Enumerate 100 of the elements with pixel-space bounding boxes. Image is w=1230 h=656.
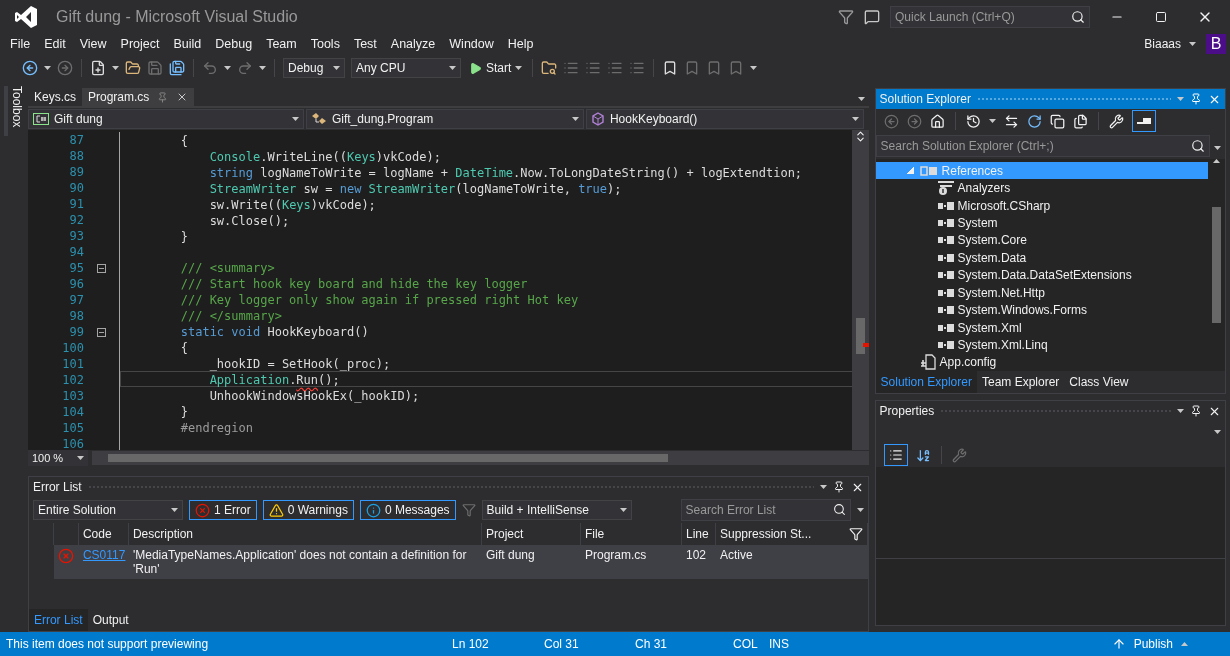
new-project-icon[interactable]	[90, 60, 106, 76]
mode-indicator: COL	[733, 637, 759, 651]
menu-item[interactable]: Edit	[37, 37, 73, 51]
find-in-files-icon[interactable]	[541, 60, 558, 76]
menu-item[interactable]: Test	[346, 37, 384, 51]
assembly-icon	[937, 271, 954, 280]
project-dropdown[interactable]: Gift dung	[27, 109, 304, 129]
quick-launch-field[interactable]: Quick Launch (Ctrl+Q)	[890, 6, 1090, 28]
table-cell: 'MediaTypeNames.Application' does not contain a definition for 'Run'	[128, 545, 482, 579]
analyzer-icon	[937, 181, 954, 196]
undo-icon[interactable]	[202, 60, 218, 76]
caret-icon	[515, 66, 523, 70]
menu-item[interactable]: Project	[113, 37, 167, 51]
code-line: string logNameToWrite = logName + DateTime.Now.ToLongDateString() + logExtendtion;	[208, 165, 804, 180]
document-tab[interactable]: Keys.cs	[27, 88, 82, 106]
toolbox-tab[interactable]: Toolbox	[3, 86, 24, 136]
panel-menu-caret-icon	[1177, 409, 1184, 413]
column-header[interactable]: Suppression St...	[719, 527, 812, 541]
tree-item[interactable]: System.Data.DataSetExtensions	[875, 266, 1208, 284]
panel-tab[interactable]: Solution Explorer	[875, 371, 977, 393]
line-number: 96	[68, 277, 84, 291]
search-icon[interactable]	[1071, 10, 1085, 24]
menu-item[interactable]: Team	[259, 37, 304, 51]
tree-item[interactable]: System.Core	[875, 231, 1208, 250]
tab-list-caret-icon	[857, 97, 865, 101]
source-dropdown[interactable]: Build + IntelliSense	[481, 500, 632, 520]
menu-item[interactable]: Tools	[303, 37, 347, 51]
maximize-icon	[1155, 11, 1167, 23]
configuration-dropdown[interactable]: Debug	[283, 58, 345, 78]
line-number: 99	[68, 325, 84, 339]
caret-icon	[224, 66, 231, 70]
menu-item[interactable]: File	[3, 37, 38, 51]
clear-filter-icon[interactable]	[461, 503, 476, 517]
line-number: 91	[68, 197, 84, 211]
scrollbar-thumb[interactable]	[855, 318, 865, 354]
alphabetical-icon[interactable]	[915, 447, 931, 463]
collapse-icon[interactable]	[96, 327, 106, 337]
save-all-icon[interactable]	[169, 60, 185, 76]
publish-button[interactable]: Publish	[1105, 636, 1194, 652]
preview-toggle[interactable]	[1131, 110, 1156, 132]
zoom-dropdown[interactable]: 100 %	[27, 450, 88, 466]
forward-icon[interactable]	[57, 60, 73, 76]
platform-dropdown[interactable]: Any CPU	[351, 58, 461, 78]
menu-item[interactable]: Window	[442, 37, 501, 51]
properties-icon[interactable]	[1108, 113, 1124, 129]
scrollbar-thumb[interactable]	[1212, 207, 1221, 323]
filter-icon[interactable]	[838, 9, 854, 25]
tree-item[interactable]: System.Xml	[875, 318, 1208, 337]
horizontal-scrollbar[interactable]	[91, 451, 869, 465]
account-avatar[interactable]: B	[1206, 34, 1226, 54]
scrollbar-thumb[interactable]	[107, 454, 668, 462]
back-icon[interactable]	[22, 60, 38, 76]
solution-search-field[interactable]: Search Solution Explorer (Ctrl+;)	[875, 135, 1210, 157]
code-line: StreamWriter sw = new StreamWriter(logNameToWrite, true);	[208, 181, 623, 196]
pin-icon[interactable]	[1190, 405, 1202, 417]
search-icon[interactable]	[832, 503, 846, 516]
forward-icon[interactable]	[906, 113, 922, 129]
home-icon[interactable]	[929, 113, 945, 129]
expand-arrow-icon[interactable]	[907, 167, 915, 175]
warning-icon	[268, 502, 284, 518]
assembly-icon	[937, 253, 954, 262]
tree-item[interactable]: System.Windows.Forms	[875, 301, 1208, 319]
menu-item[interactable]: Help	[500, 37, 541, 51]
start-button[interactable]: Start	[467, 61, 525, 75]
tree-item[interactable]: System.Data	[875, 249, 1208, 267]
save-icon[interactable]	[147, 60, 163, 76]
document-tab[interactable]: Program.cs	[81, 88, 195, 106]
tree-item[interactable]: System.Xml.Linq	[875, 336, 1208, 354]
caret-icon	[112, 66, 119, 70]
menu-item[interactable]: Analyze	[383, 37, 443, 51]
tree-item[interactable]: System.Net.Http	[875, 283, 1208, 302]
menu-item[interactable]: View	[72, 37, 114, 51]
column-filter-icon[interactable]	[848, 527, 863, 541]
tree-item[interactable]: Analyzers	[875, 179, 1208, 197]
vertical-scrollbar[interactable]	[851, 130, 869, 450]
redo-icon[interactable]	[237, 60, 253, 76]
refresh-icon[interactable]	[1026, 113, 1042, 129]
menu-item[interactable]: Debug	[208, 37, 260, 51]
panel-tab[interactable]: Error List	[28, 609, 88, 631]
error-search-field[interactable]: Search Error List	[680, 499, 851, 521]
collapse-icon[interactable]	[96, 263, 106, 273]
tree-item[interactable]: System	[875, 214, 1208, 232]
type-dropdown[interactable]: Gift_dung.Program	[305, 109, 584, 129]
filter-toggle[interactable]: 0 Warnings	[262, 500, 354, 520]
account-name[interactable]: Biaaas	[1144, 37, 1181, 51]
categorized-toggle[interactable]	[883, 444, 908, 466]
menu-item[interactable]: Build	[166, 37, 209, 51]
search-icon[interactable]	[1191, 139, 1205, 153]
pin-icon[interactable]	[832, 481, 845, 493]
property-pages-icon[interactable]	[951, 447, 967, 463]
filter-toggle[interactable]: 1 Error	[188, 500, 257, 520]
open-folder-icon[interactable]	[125, 60, 141, 76]
feedback-icon[interactable]	[864, 9, 880, 25]
tree-item[interactable]: App.config	[875, 353, 1208, 372]
filter-toggle[interactable]: 0 Messages	[359, 500, 456, 520]
show-all-files-icon[interactable]	[1072, 113, 1088, 129]
scope-dropdown[interactable]: Entire Solution	[32, 500, 183, 520]
sync-icon[interactable]	[1003, 113, 1019, 129]
member-dropdown[interactable]: HookKeyboard()	[585, 109, 864, 129]
tree-item[interactable]: Microsoft.CSharp	[875, 196, 1208, 215]
